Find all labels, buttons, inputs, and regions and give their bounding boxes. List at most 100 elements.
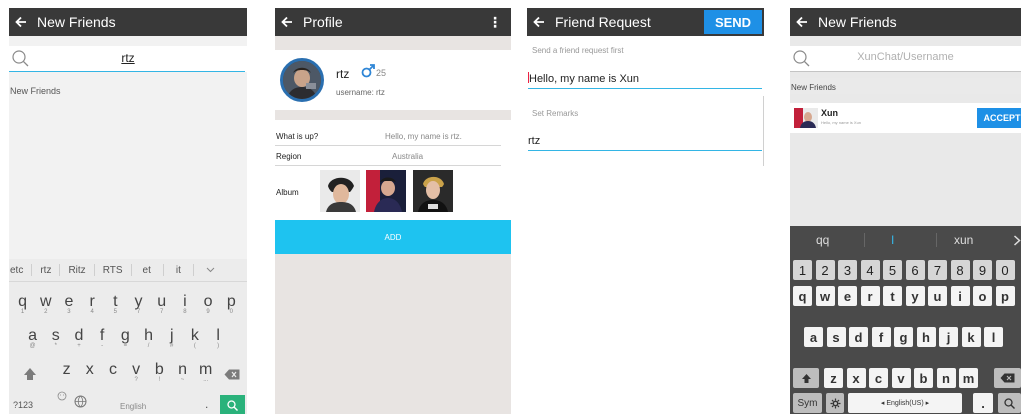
key-h[interactable]: h / xyxy=(137,327,160,349)
key-n[interactable]: n xyxy=(936,368,956,388)
candidate-item[interactable]: xun xyxy=(954,233,973,247)
key-l[interactable]: l xyxy=(984,327,1003,347)
key-b[interactable]: b! xyxy=(148,361,171,383)
key-n[interactable]: n ~ xyxy=(171,361,194,383)
suggestion-item[interactable]: rtz xyxy=(40,265,51,276)
album-photo[interactable] xyxy=(320,170,360,212)
key-z[interactable]: z xyxy=(55,361,78,379)
chevron-right-icon[interactable] xyxy=(1013,235,1021,246)
key-l[interactable]: l) xyxy=(207,327,230,349)
space-bar[interactable]: ◂ English(US) ▸ xyxy=(848,393,962,413)
numbers-mode-key[interactable]: ?123 xyxy=(13,400,33,410)
key-o[interactable]: o xyxy=(973,286,992,306)
accept-button[interactable]: ACCEPT xyxy=(977,108,1021,128)
back-arrow-icon[interactable] xyxy=(533,16,545,28)
backspace-key[interactable] xyxy=(994,368,1021,388)
key-g[interactable]: g = xyxy=(114,327,137,349)
key-b[interactable]: b xyxy=(914,368,933,388)
key-v[interactable]: v xyxy=(891,368,911,388)
key-y[interactable]: y7 xyxy=(127,293,150,315)
key-w[interactable]: w xyxy=(815,286,835,306)
candidate-item[interactable]: qq xyxy=(816,233,829,247)
suggestion-item[interactable]: it xyxy=(176,265,181,276)
album-photo[interactable] xyxy=(413,170,453,212)
back-arrow-icon[interactable] xyxy=(15,16,27,28)
space-bar[interactable]: English xyxy=(120,402,146,411)
remarks-input[interactable]: rtz xyxy=(528,135,762,147)
key-u[interactable]: u xyxy=(928,286,947,306)
key-3[interactable]: 3 xyxy=(838,260,857,280)
key-r[interactable]: r4 xyxy=(81,293,104,315)
key-8[interactable]: 8 xyxy=(950,260,970,280)
key-9[interactable]: 9 xyxy=(973,260,992,280)
key-a[interactable]: a xyxy=(804,327,823,347)
key-o[interactable]: o9 xyxy=(197,293,220,315)
key-e[interactable]: e xyxy=(838,286,857,306)
key-q[interactable]: q1 xyxy=(11,293,34,315)
chevron-down-icon[interactable] xyxy=(206,267,215,273)
key-y[interactable]: y xyxy=(905,286,925,306)
key-c[interactable]: c xyxy=(101,361,124,379)
key-s[interactable]: s * xyxy=(44,327,67,349)
back-arrow-icon[interactable] xyxy=(796,16,808,28)
key-a[interactable]: a @ xyxy=(21,327,44,349)
key-0[interactable]: 0 xyxy=(995,260,1015,280)
suggestion-item[interactable]: RTS xyxy=(103,265,123,276)
key-f[interactable]: f- xyxy=(91,327,114,349)
key-5[interactable]: 5 xyxy=(883,260,902,280)
key-p[interactable]: p0 xyxy=(220,293,243,315)
key-m[interactable]: m... xyxy=(194,361,217,383)
key-r[interactable]: r xyxy=(860,286,880,306)
key-x[interactable]: x xyxy=(78,361,101,379)
symbols-key[interactable]: Sym xyxy=(793,393,822,413)
suggestion-item[interactable]: Ritz xyxy=(68,265,85,276)
key-s[interactable]: s xyxy=(826,327,846,347)
key-i[interactable]: i xyxy=(950,286,970,306)
backspace-icon[interactable] xyxy=(224,369,240,380)
candidate-item[interactable]: I xyxy=(891,233,894,247)
search-input[interactable]: XunChat/Username xyxy=(790,51,1021,63)
key-1[interactable]: 1 xyxy=(793,260,812,280)
key-6[interactable]: 6 xyxy=(905,260,925,280)
key-z[interactable]: z xyxy=(824,368,843,388)
key-f[interactable]: f xyxy=(871,327,891,347)
suggestion-item[interactable]: etc xyxy=(10,265,23,276)
friend-request-item[interactable]: Xun Hello, my name is Xun ACCEPT xyxy=(790,103,1021,133)
key-t[interactable]: t xyxy=(883,286,902,306)
add-friend-button[interactable]: ADD xyxy=(275,220,511,254)
key-t[interactable]: t5 xyxy=(104,293,127,315)
send-button[interactable]: SEND xyxy=(704,10,762,34)
emoji-icon[interactable] xyxy=(57,391,67,401)
key-m[interactable]: m xyxy=(959,368,978,388)
request-message-input[interactable]: Hello, my name is Xun xyxy=(528,72,762,85)
key-j[interactable]: j # xyxy=(160,327,183,349)
period-key[interactable]: . xyxy=(205,397,208,411)
key-q[interactable]: q xyxy=(793,286,812,306)
key-x[interactable]: x xyxy=(846,368,866,388)
search-action-key[interactable] xyxy=(220,395,245,414)
key-d[interactable]: d xyxy=(849,327,868,347)
period-key[interactable]: . xyxy=(973,393,993,413)
key-w[interactable]: w2 xyxy=(34,293,57,315)
search-action-key[interactable] xyxy=(998,393,1021,413)
key-c[interactable]: c xyxy=(869,368,888,388)
key-7[interactable]: 7 xyxy=(928,260,947,280)
key-g[interactable]: g xyxy=(894,327,913,347)
globe-icon[interactable] xyxy=(74,395,87,408)
avatar[interactable] xyxy=(280,58,324,102)
key-2[interactable]: 2 xyxy=(815,260,835,280)
key-j[interactable]: j xyxy=(939,327,958,347)
settings-key[interactable] xyxy=(826,393,844,413)
suggestion-item[interactable]: et xyxy=(143,265,151,276)
back-arrow-icon[interactable] xyxy=(281,16,293,28)
key-p[interactable]: p xyxy=(995,286,1015,306)
album-photo[interactable] xyxy=(366,170,406,212)
key-k[interactable]: k( xyxy=(183,327,206,349)
search-input[interactable]: rtz xyxy=(9,51,247,65)
key-e[interactable]: e3 xyxy=(57,293,80,315)
key-u[interactable]: u7 xyxy=(150,293,173,315)
key-h[interactable]: h xyxy=(916,327,936,347)
key-v[interactable]: v? xyxy=(125,361,148,383)
shift-icon[interactable] xyxy=(23,367,37,381)
overflow-menu-icon[interactable]: ⋮ xyxy=(488,14,502,31)
